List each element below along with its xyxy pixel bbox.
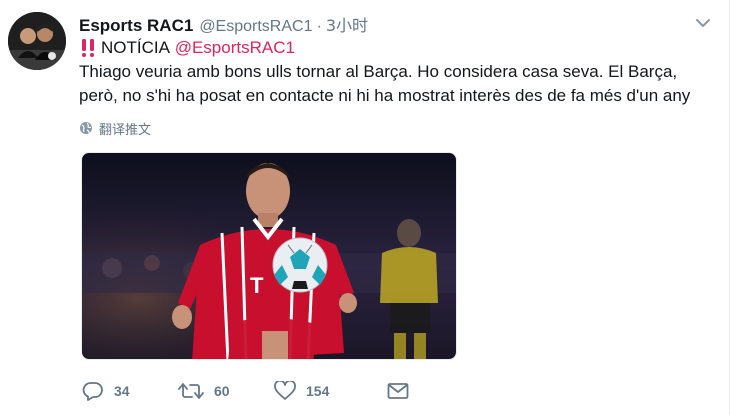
tweet-body-line-2: però, no s'hi ha posat en contacte ni hi… <box>79 86 691 105</box>
user-handle[interactable]: @EsportsRAC1 <box>199 18 312 36</box>
double-exclamation-icon <box>82 39 94 57</box>
retweet-button[interactable]: 60 <box>178 378 274 404</box>
tweet-text: NOTÍCIA @EsportsRAC1 Thiago veuria amb b… <box>79 36 719 108</box>
like-count: 154 <box>306 383 330 399</box>
retweet-icon <box>178 383 204 399</box>
direct-message-button[interactable] <box>387 378 409 404</box>
translate-label[interactable]: 翻译推文 <box>99 119 151 138</box>
display-name[interactable]: Esports RAC1 <box>79 16 193 36</box>
separator-dot: · <box>316 18 322 35</box>
mention-link[interactable]: @EsportsRAC1 <box>175 36 295 60</box>
notice-label: NOTÍCIA <box>101 38 170 57</box>
reply-icon <box>82 382 103 401</box>
tweet-text-line-1: NOTÍCIA @EsportsRAC1 <box>79 36 719 60</box>
tweet-photo[interactable]: T <box>81 152 457 360</box>
reply-count: 34 <box>114 383 130 399</box>
heart-icon <box>274 381 296 400</box>
jersey-sponsor-text: T <box>250 273 264 298</box>
translate-tweet-link[interactable]: 翻译推文 <box>79 118 151 138</box>
tweet[interactable]: Esports RAC1 @EsportsRAC1 · 3小时 NOTÍCIA … <box>0 0 730 415</box>
tweet-body-line-1: Thiago veuria amb bons ulls tornar al Ba… <box>79 62 678 81</box>
tweet-actions: 34 60 154 <box>82 378 409 404</box>
avatar-image <box>8 12 66 70</box>
retweet-count: 60 <box>214 383 230 399</box>
like-button[interactable]: 154 <box>274 378 387 404</box>
tweet-header: Esports RAC1 @EsportsRAC1 · 3小时 <box>79 12 368 36</box>
reply-button[interactable]: 34 <box>82 378 178 404</box>
globe-icon <box>80 122 92 134</box>
football-player-photo: T <box>82 153 456 359</box>
envelope-icon <box>387 383 409 399</box>
caret-down-icon[interactable] <box>694 16 712 30</box>
timestamp[interactable]: 3小时 <box>326 12 368 36</box>
avatar[interactable] <box>8 12 66 70</box>
